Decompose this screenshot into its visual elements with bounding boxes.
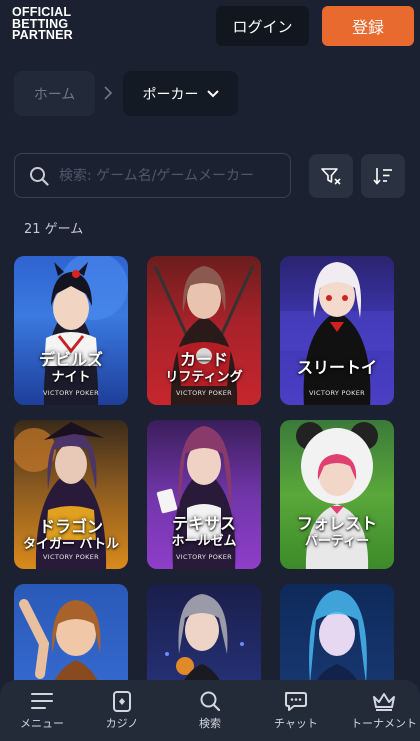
- game-title-line1: カード: [179, 350, 228, 369]
- game-title-line2: ホールゼム: [171, 534, 237, 549]
- chat-icon: [285, 692, 307, 711]
- game-title-line1: デビルズ: [38, 350, 103, 369]
- nav-item-casino[interactable]: カジノ: [80, 680, 164, 741]
- game-card-three-toy[interactable]: スリートイ VICTORY POKER: [280, 256, 394, 405]
- nav-item-search[interactable]: 検索: [168, 680, 252, 741]
- provider-label: VICTORY POKER: [176, 389, 232, 397]
- breadcrumb-home[interactable]: ホーム: [14, 71, 95, 116]
- game-card-card-lifting[interactable]: カード リフティング VICTORY POKER: [147, 256, 261, 405]
- game-title-line1: スリートイ: [296, 358, 377, 377]
- sort-button[interactable]: [361, 154, 405, 198]
- game-thumbnail: [280, 262, 394, 405]
- game-title-line2: タイガー バトル: [23, 537, 119, 552]
- provider-label: VICTORY POKER: [309, 553, 365, 561]
- provider-label: VICTORY POKER: [43, 553, 99, 561]
- filter-button[interactable]: [309, 154, 353, 198]
- nav-item-chat[interactable]: チャット: [254, 680, 338, 741]
- chevron-right-icon: [101, 82, 115, 104]
- filter-icon: [321, 168, 341, 185]
- breadcrumb-current[interactable]: ポーカー: [123, 71, 238, 116]
- game-title-line2: リフティング: [165, 370, 243, 385]
- search-box[interactable]: [14, 153, 291, 198]
- login-button[interactable]: ログイン: [216, 6, 309, 46]
- provider-label: VICTORY POKER: [176, 553, 232, 561]
- game-title-line1: フォレスト: [296, 514, 377, 533]
- menu-icon: [31, 693, 53, 709]
- nav-label: メニュー: [20, 717, 64, 730]
- official-betting-partner-logo[interactable]: OFFICIAL BETTING PARTNER: [12, 6, 73, 42]
- game-title: フォレスト パーティー: [280, 515, 394, 551]
- game-title: テキサス ホールゼム: [147, 515, 261, 551]
- game-title-line1: テキサス: [172, 514, 236, 533]
- crown-icon: [373, 693, 395, 711]
- game-title: ドラゴン タイガー バトル: [14, 518, 128, 554]
- nav-label: 検索: [199, 717, 221, 730]
- breadcrumb-current-label: ポーカー: [142, 86, 199, 103]
- game-title: カード リフティング: [147, 351, 261, 387]
- nav-item-tournament[interactable]: トーナメント: [342, 680, 420, 741]
- game-title: スリートイ: [280, 359, 394, 377]
- game-count: 21 ゲーム: [24, 222, 84, 237]
- game-card-dragon-tiger-battle[interactable]: ドラゴン タイガー バトル VICTORY POKER: [14, 420, 128, 569]
- nav-item-menu[interactable]: メニュー: [0, 680, 84, 741]
- bottom-navigation: メニュー カジノ 検索 チャット トーナメント: [0, 680, 420, 741]
- game-title-line1: ドラゴン: [38, 517, 103, 536]
- search-icon: [30, 166, 49, 186]
- register-button[interactable]: 登録: [322, 6, 414, 46]
- game-title-line2: パーティー: [304, 534, 370, 549]
- nav-label: チャット: [274, 717, 318, 730]
- logo-line: PARTNER: [12, 28, 73, 42]
- game-title-line2: ナイト: [51, 370, 91, 385]
- game-card-forest-party[interactable]: フォレスト パーティー VICTORY POKER: [280, 420, 394, 569]
- chevron-down-icon: [206, 89, 219, 97]
- search-input[interactable]: [59, 167, 279, 184]
- game-title: デビルズ ナイト: [14, 351, 128, 387]
- sort-icon: [373, 168, 392, 185]
- casino-icon: [113, 691, 131, 712]
- provider-label: VICTORY POKER: [309, 389, 365, 397]
- game-card-texas-holdem[interactable]: テキサス ホールゼム VICTORY POKER: [147, 420, 261, 569]
- nav-label: カジノ: [105, 717, 139, 730]
- provider-label: VICTORY POKER: [43, 389, 99, 397]
- game-card-devils-night[interactable]: デビルズ ナイト VICTORY POKER: [14, 256, 128, 405]
- header: OFFICIAL BETTING PARTNER ログイン 登録: [0, 0, 420, 52]
- nav-label: トーナメント: [351, 717, 417, 730]
- search-icon: [200, 691, 221, 712]
